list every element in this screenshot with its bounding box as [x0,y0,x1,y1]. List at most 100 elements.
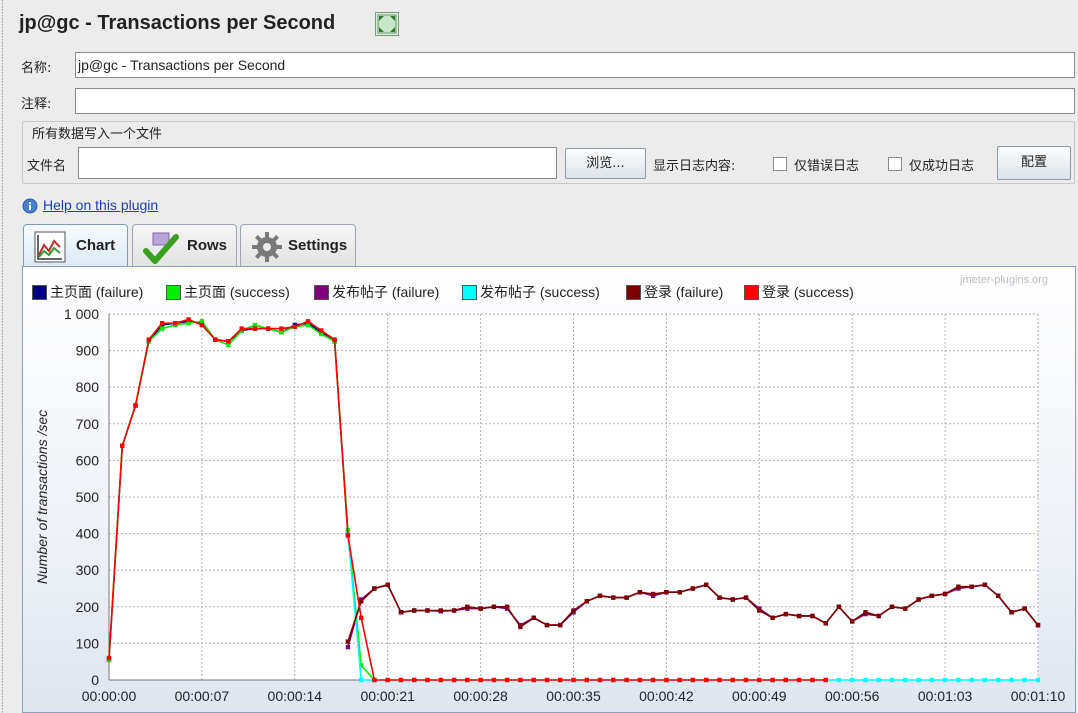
browse-button[interactable]: 浏览... [565,148,646,179]
data-point [518,677,523,683]
legend-swatch [462,285,477,300]
data-point [810,677,815,683]
y-tick-label: 600 [76,452,100,468]
data-point [173,321,178,326]
data-point [863,610,868,615]
data-point [889,677,895,683]
data-point [332,337,337,342]
legend-label: 登录 (success) [762,284,854,300]
tab-rows[interactable]: Rows [132,224,237,267]
data-point [438,608,443,613]
data-point [544,677,550,683]
legend-swatch [166,285,181,300]
data-point [518,624,523,630]
x-tick-label: 00:00:14 [268,688,323,704]
expand-icon[interactable] [375,12,399,36]
data-point [982,677,988,683]
errors-only-checkbox[interactable] [773,157,787,171]
data-point [359,677,364,683]
data-point [465,604,470,609]
data-point [717,677,722,683]
success-only-label: 仅成功日志 [909,159,975,174]
data-point [969,677,974,683]
data-point [425,608,430,613]
legend-item: 登录 (failure) [626,282,723,302]
chart-plot: 0 100 200 300 400 500 600 700 800 900 1 000 00:00:0… [34,306,1065,713]
y-tick-label: 500 [76,489,100,505]
data-point [478,606,483,611]
data-point [571,677,576,683]
x-tick-label: 00:00:35 [546,688,601,704]
data-point [903,677,908,683]
data-point [597,593,603,598]
x-tick-label: 00:00:28 [453,688,508,704]
tab-settings[interactable]: Settings [240,224,356,267]
data-point [252,326,258,331]
name-field[interactable]: jp@gc - Transactions per Second [75,52,1075,78]
y-tick-label: 0 [91,672,99,688]
legend-label: 主页面 (failure) [50,284,144,300]
data-point [916,677,921,683]
tab-rows-label: Rows [187,237,228,254]
data-point [465,677,470,683]
data-point [266,326,271,331]
data-point [717,595,722,600]
configure-button[interactable]: 配置 [997,146,1071,180]
data-point [571,608,576,613]
errors-only-label: 仅错误日志 [794,159,860,174]
data-point [743,677,749,683]
success-only-checkbox[interactable] [888,157,902,171]
data-point [770,615,775,620]
data-point [730,677,735,683]
data-point [359,599,364,604]
data-point [146,337,151,342]
data-point [664,590,669,595]
filename-field[interactable] [78,147,557,179]
data-point [359,615,364,620]
data-point [226,339,231,344]
comment-field[interactable] [75,88,1075,114]
data-point [704,582,709,587]
data-point [531,615,536,620]
info-icon [22,198,38,214]
data-point [305,319,311,324]
data-point [664,677,669,683]
y-tick-label: 700 [76,416,100,432]
gear-icon [251,231,283,263]
data-point [836,604,842,609]
tab-chart[interactable]: Chart [23,224,128,267]
name-label: 名称: [21,61,52,76]
data-point [279,326,284,331]
file-group-title: 所有数据写入一个文件 [30,123,165,142]
data-point [969,584,974,589]
filename-label: 文件名 [27,159,67,174]
data-point [942,591,948,597]
legend-swatch [32,285,47,300]
data-point [531,677,536,683]
data-point [133,403,138,408]
data-point [1009,610,1014,615]
y-tick-label: 100 [76,635,100,651]
data-point [823,677,828,683]
data-point [903,606,908,611]
x-tick-label: 00:00:21 [360,688,415,704]
data-point [385,677,390,683]
data-point [836,677,842,683]
data-point [796,677,802,683]
data-point [611,595,616,600]
data-point [889,604,895,609]
chart-icon [34,231,66,263]
data-point [704,677,709,683]
data-point [850,677,855,683]
data-point [319,328,324,333]
help-link[interactable]: Help on this plugin [43,197,158,213]
data-point [996,593,1001,598]
data-point [345,639,351,644]
data-point [929,677,934,683]
data-point [863,677,868,683]
data-point [1009,677,1014,683]
data-point [425,677,430,683]
data-point [823,621,828,626]
checkmark-icon [143,231,179,264]
data-point [956,584,961,589]
